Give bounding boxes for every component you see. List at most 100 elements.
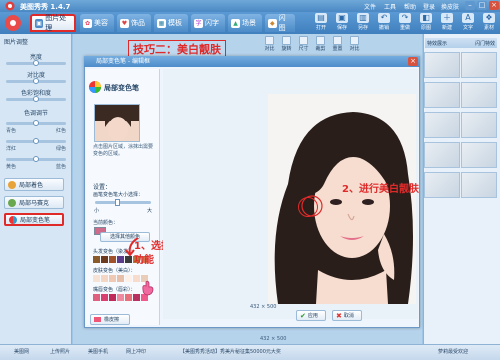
dialog-close-icon[interactable]: ×	[408, 57, 418, 66]
cyan-red-knob[interactable]	[33, 120, 39, 126]
brightness-slider[interactable]	[6, 60, 66, 66]
contrast-knob[interactable]	[33, 78, 39, 84]
saturation-knob[interactable]	[33, 96, 39, 102]
saturation-slider[interactable]	[6, 96, 66, 102]
portrait-photo[interactable]	[268, 94, 416, 304]
maximize-icon[interactable]: □	[477, 1, 487, 10]
contrast-slider[interactable]	[6, 78, 66, 84]
folder-icon: ▤	[315, 13, 327, 23]
brush-size-slider[interactable]	[95, 199, 151, 206]
tab-photo-edit-label: 图片处理	[45, 14, 67, 32]
status-link-meitu[interactable]: 美图网	[14, 348, 29, 355]
hair-swatch[interactable]	[125, 256, 132, 263]
menu-skin[interactable]: 换皮肤	[441, 2, 459, 11]
effect-thumbnail[interactable]	[424, 172, 460, 198]
original-button[interactable]: ◧ 原图	[415, 13, 437, 33]
status-link-upload[interactable]: 上传照片	[50, 348, 70, 355]
sub-compare2-button[interactable]: 对比	[347, 36, 362, 53]
minimize-icon[interactable]: –	[465, 1, 475, 10]
yellow-blue-knob[interactable]	[33, 156, 39, 162]
flash-effects-tab[interactable]: 闪门特效	[475, 40, 495, 47]
effect-thumbnail[interactable]	[424, 142, 460, 168]
redo-button[interactable]: ↷ 重做	[394, 13, 416, 33]
sub-rotate-button[interactable]: 旋转	[279, 36, 294, 53]
sub-rotate-label: 旋转	[281, 46, 292, 52]
status-link-phone[interactable]: 美图手机	[88, 348, 108, 355]
tab-beauty[interactable]: ✿ 美容	[80, 14, 114, 32]
skin-swatch[interactable]	[117, 275, 124, 282]
save-button[interactable]: ▣ 保存	[331, 13, 353, 33]
status-link-print[interactable]: 网上冲印	[126, 348, 146, 355]
menu-file[interactable]: 文件	[364, 2, 376, 11]
text-button[interactable]: A 文字	[457, 13, 479, 33]
effect-thumbnail[interactable]	[461, 142, 497, 168]
local-color-brush-button[interactable]: 局部变色笔	[4, 213, 64, 226]
magenta-green-knob[interactable]	[33, 138, 39, 144]
tab-flash-text[interactable]: 字 闪字	[191, 14, 225, 32]
hair-swatch[interactable]	[109, 256, 116, 263]
brightness-knob[interactable]	[33, 60, 39, 66]
undo-button[interactable]: ↶ 撤销	[373, 13, 395, 33]
redo-label: 重做	[399, 25, 410, 31]
tab-accessories[interactable]: ♥ 饰品	[117, 14, 151, 32]
tab-template[interactable]: ▦ 模板	[154, 14, 188, 32]
color-wheel-icon	[88, 80, 102, 94]
menu-help[interactable]: 帮助	[404, 2, 416, 11]
eraser-button[interactable]: 橡皮擦	[90, 314, 130, 325]
effect-thumbnail[interactable]	[461, 82, 497, 108]
effect-thumbnail[interactable]	[424, 52, 460, 78]
cancel-button[interactable]: ✖ 取消	[332, 310, 362, 321]
cyan-label: 青色	[6, 128, 17, 134]
tab-photo-edit[interactable]: ▣ 图片处理	[30, 14, 76, 32]
status-promo[interactable]: 【美图秀秀活动】秀美片秘征集50000元大奖	[180, 348, 281, 355]
apply-button[interactable]: ✔ 应用	[296, 310, 326, 321]
save-as-button[interactable]: ▥ 另存	[352, 13, 374, 33]
effect-thumbnail[interactable]	[461, 172, 497, 198]
skin-swatch[interactable]	[133, 275, 140, 282]
dialog-tool-name: 局部变色笔	[104, 84, 139, 92]
cyan-red-slider[interactable]	[6, 120, 66, 126]
hair-swatch[interactable]	[117, 256, 124, 263]
effects-tab[interactable]: 特效展示	[427, 40, 447, 47]
local-color-button[interactable]: 局部着色	[4, 178, 64, 191]
lip-swatch[interactable]	[101, 294, 108, 301]
lip-swatch[interactable]	[117, 294, 124, 301]
sub-crop-button[interactable]: 裁剪	[313, 36, 328, 53]
skin-swatch[interactable]	[93, 275, 100, 282]
status-popular[interactable]: 萝莉最受欢迎	[438, 348, 468, 355]
hair-swatch[interactable]	[93, 256, 100, 263]
home-icon[interactable]	[2, 13, 24, 33]
material-button[interactable]: ❖ 素材	[478, 13, 500, 33]
sub-reset-button[interactable]: 重置	[330, 36, 345, 53]
menu-tools[interactable]: 工具	[384, 2, 396, 11]
scene-tab-icon: ▲	[231, 18, 240, 28]
close-icon[interactable]: ×	[489, 1, 499, 10]
effect-thumbnail[interactable]	[424, 112, 460, 138]
skin-swatch[interactable]	[109, 275, 116, 282]
sub-size-button[interactable]: 尺寸	[296, 36, 311, 53]
brush-size-knob[interactable]	[115, 199, 120, 206]
open-button[interactable]: ▤ 打开	[310, 13, 332, 33]
menu-login[interactable]: 登录	[423, 2, 435, 11]
lip-swatch[interactable]	[133, 294, 140, 301]
lip-swatch[interactable]	[93, 294, 100, 301]
apply-label: 应用	[307, 313, 318, 319]
local-mosaic-button[interactable]: 局部马赛克	[4, 196, 64, 209]
effect-thumbnail[interactable]	[461, 112, 497, 138]
tab-flash-image[interactable]: ◆ 闪图	[265, 14, 295, 32]
skin-swatch[interactable]	[101, 275, 108, 282]
new-button[interactable]: ＋ 新建	[436, 13, 458, 33]
lip-swatch[interactable]	[125, 294, 132, 301]
effect-thumbnail[interactable]	[461, 52, 497, 78]
hair-swatch[interactable]	[101, 256, 108, 263]
sub-compare-button[interactable]: 对比	[262, 36, 277, 53]
magenta-green-slider[interactable]	[6, 138, 66, 144]
tab-beauty-label: 美容	[94, 19, 108, 27]
lip-swatch[interactable]	[109, 294, 116, 301]
mosaic-icon	[8, 198, 16, 207]
effect-thumbnail[interactable]	[424, 82, 460, 108]
skin-swatch[interactable]	[125, 275, 132, 282]
tab-scene[interactable]: ▲ 场景	[228, 14, 262, 32]
size-icon	[299, 36, 308, 45]
yellow-blue-slider[interactable]	[6, 156, 66, 162]
